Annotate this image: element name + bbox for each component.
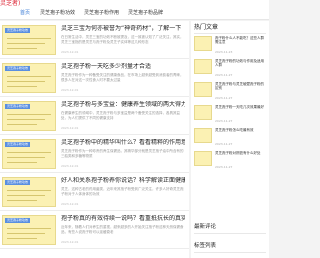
post-excerpt: 灵芝孢子粉作为一种备受关注的健康食品，在市场上越来越受到消费者的青睐，很多人在对… (61, 73, 184, 82)
article-title[interactable]: 灵芝孢子粉一天吃几次效果最好 (215, 105, 267, 118)
thumb-line (7, 43, 45, 44)
post-item[interactable]: 灵芝孢子粉功效 灵芝孢子粉与多宝益：健康养生领域的两大得力助手 在健康养生的领域… (0, 97, 189, 135)
thumb-line (7, 152, 51, 153)
post-thumbnail[interactable]: 灵芝孢子粉功效 (2, 215, 56, 245)
article-thumbnail[interactable] (194, 36, 212, 51)
nav-home[interactable]: 首页 (20, 7, 30, 19)
thumb-line (7, 190, 51, 191)
post-title[interactable]: 灵芝三宝为何亦被誉为“神奇药材”，了解一下 (61, 25, 185, 33)
sidebar-article[interactable]: 灵芝孢子粉对肝脏有什么好处 2023-11-27 (194, 151, 268, 172)
article-date: 2023-11-27 (215, 96, 233, 100)
article-date: 2023-11-23 (215, 50, 233, 54)
article-thumbnail[interactable] (194, 82, 212, 97)
sidebar-article[interactable]: 灵芝孢子粉怎么吃最有效 2023-11-27 (194, 128, 268, 149)
site-logo[interactable]: 灵芝者) (0, 0, 20, 7)
post-title[interactable]: 灵芝孢子粉中的精华叫什么？看看精粹的作用意义 (61, 139, 185, 147)
article-title[interactable]: 灵芝孢子粉的功效与作用及适用人群 (215, 59, 267, 72)
recent-comments-heading: 最新评论 (194, 224, 217, 230)
post-item[interactable]: 灵芝孢子粉功效 灵芝孢子粉中的精华叫什么？看看精粹的作用意义 灵芝孢子粉作为一种… (0, 135, 189, 173)
category-tag: 灵芝孢子粉功效 (5, 104, 31, 109)
article-date: 2023-11-27 (215, 119, 233, 123)
post-thumbnail[interactable]: 灵芝孢子粉功效 (2, 63, 56, 93)
divider (194, 252, 266, 253)
thumb-line (7, 238, 37, 239)
category-tag: 灵芝孢子粉功效 (5, 142, 31, 147)
article-thumbnail[interactable] (194, 105, 212, 120)
nav-brands[interactable]: 灵芝孢子粉品牌 (128, 7, 163, 19)
post-thumbnail[interactable]: 灵芝孢子粉功效 (2, 177, 56, 207)
article-date: 2023-11-27 (215, 73, 233, 77)
article-thumbnail[interactable] (194, 151, 212, 166)
thumb-line (7, 228, 51, 229)
post-thumbnail[interactable]: 灵芝孢子粉功效 (2, 101, 56, 131)
category-tag: 灵芝孢子粉功效 (5, 180, 31, 185)
thumb-line (7, 124, 37, 125)
article-date: 2023-11-27 (215, 142, 233, 146)
post-title[interactable]: 好人和关系孢子粉养你说话？科学解读正面健康一角 (61, 177, 185, 185)
top-bar: 灵芝者) (0, 0, 269, 7)
post-date: 2023-12-01 (61, 88, 79, 92)
post-excerpt: 灵芝，这种古老的药用菌类，近年来其孢子粉受到广泛关注，许多人好奇灵芝孢子粉对于人… (61, 187, 184, 196)
post-date: 2023-12-01 (61, 164, 79, 168)
article-thumbnail[interactable] (194, 59, 212, 74)
thumb-line (7, 162, 37, 163)
thumb-line (7, 200, 37, 201)
post-thumbnail[interactable]: 灵芝孢子粉功效 (2, 25, 56, 55)
post-date: 2023-12-01 (61, 202, 79, 206)
article-title[interactable]: 灵芝孢子粉怎么吃最有效 (215, 128, 267, 141)
article-title[interactable]: 灵芝孢子粉与灵芝破壁孢子粉的区别 (215, 82, 267, 95)
divider (194, 33, 266, 34)
post-date: 2023-12-01 (61, 50, 79, 54)
post-excerpt: 在健康养生的领域中，灵芝孢子粉与多宝益是两个备受关注的选择，各具其益处，为人们提… (61, 111, 180, 120)
sidebar-article[interactable]: 灵芝孢子粉与灵芝破壁孢子粉的区别 2023-11-27 (194, 82, 268, 103)
thumb-line (7, 86, 37, 87)
post-list: 灵芝孢子粉功效 灵芝三宝为何亦被誉为“神奇药材”，了解一下 在日常生活中，灵芝三… (0, 21, 189, 258)
article-date: 2023-11-27 (215, 165, 233, 169)
sidebar-heading: 热门文章 (194, 24, 219, 31)
thumb-line (7, 48, 37, 49)
sidebar-article[interactable]: 孢子粉什么人不能吃？这些人群需注意 2023-11-23 (194, 36, 268, 57)
post-excerpt: 在日常生活中，灵芝三宝的功效不断被提及，这一致被认知了广泛关注，其实，灵芝三宝指… (61, 35, 184, 44)
thumb-line (7, 38, 51, 39)
category-tag: 灵芝孢子粉功效 (5, 218, 31, 223)
post-excerpt: 近年来，随着人们对养生的重视，越来越多的人开始关注孢子粉这种天然保健食品，有些人… (61, 225, 184, 234)
post-title[interactable]: 孢子粉真的有效待续一说吗？看重抵抗长的真实体验和效果 (61, 215, 185, 223)
divider (194, 233, 266, 234)
thumb-line (7, 157, 45, 158)
sidebar-article[interactable]: 灵芝孢子粉一天吃几次效果最好 2023-11-27 (194, 105, 268, 126)
post-date: 2023-12-01 (61, 240, 79, 244)
post-item[interactable]: 灵芝孢子粉功效 孢子粉真的有效待续一说吗？看重抵抗长的真实体验和效果 近年来，随… (0, 211, 189, 249)
thumb-line (7, 233, 45, 234)
post-excerpt: 灵芝孢子粉作为一种珍贵的养生保健品，其精华部分就是灵芝孢子油中所含有的三萜类和多… (61, 149, 184, 158)
article-title[interactable]: 孢子粉什么人不能吃？这些人群需注意 (215, 36, 267, 49)
post-title[interactable]: 灵芝孢子粉一天吃多少剂量才合适 (61, 63, 185, 71)
thumb-line (7, 81, 45, 82)
thumb-line (7, 195, 45, 196)
thumb-line (7, 119, 45, 120)
post-item[interactable]: 灵芝孢子粉功效 好人和关系孢子粉养你说话？科学解读正面健康一角 灵芝，这种古老的… (0, 173, 189, 211)
post-item[interactable]: 灵芝孢子粉功效 灵芝三宝为何亦被誉为“神奇药材”，了解一下 在日常生活中，灵芝三… (0, 21, 189, 59)
post-date: 2023-12-01 (61, 126, 79, 130)
thumb-line (7, 76, 51, 77)
post-thumbnail[interactable]: 灵芝孢子粉功效 (2, 139, 56, 169)
article-thumbnail[interactable] (194, 128, 212, 143)
category-tag: 灵芝孢子粉功效 (5, 66, 31, 71)
post-title[interactable]: 灵芝孢子粉与多宝益：健康养生领域的两大得力助手 (61, 101, 185, 109)
sidebar-article[interactable]: 灵芝孢子粉的功效与作用及适用人群 2023-11-27 (194, 59, 268, 80)
sidebar: 热门文章 孢子粉什么人不能吃？这些人群需注意 2023-11-23 灵芝孢子粉的… (191, 21, 269, 258)
tag-list-heading: 标签列表 (194, 243, 217, 249)
article-title[interactable]: 灵芝孢子粉对肝脏有什么好处 (215, 151, 267, 164)
thumb-line (7, 114, 51, 115)
main-nav: 首页 灵芝孢子粉功效 灵芝孢子粉作用 灵芝孢子粉品牌 (0, 7, 269, 20)
category-tag: 灵芝孢子粉功效 (5, 28, 31, 33)
post-item[interactable]: 灵芝孢子粉功效 灵芝孢子粉一天吃多少剂量才合适 灵芝孢子粉作为一种备受关注的健康… (0, 59, 189, 97)
nav-functions[interactable]: 灵芝孢子粉作用 (84, 7, 119, 19)
nav-effects[interactable]: 灵芝孢子粉功效 (40, 7, 75, 19)
